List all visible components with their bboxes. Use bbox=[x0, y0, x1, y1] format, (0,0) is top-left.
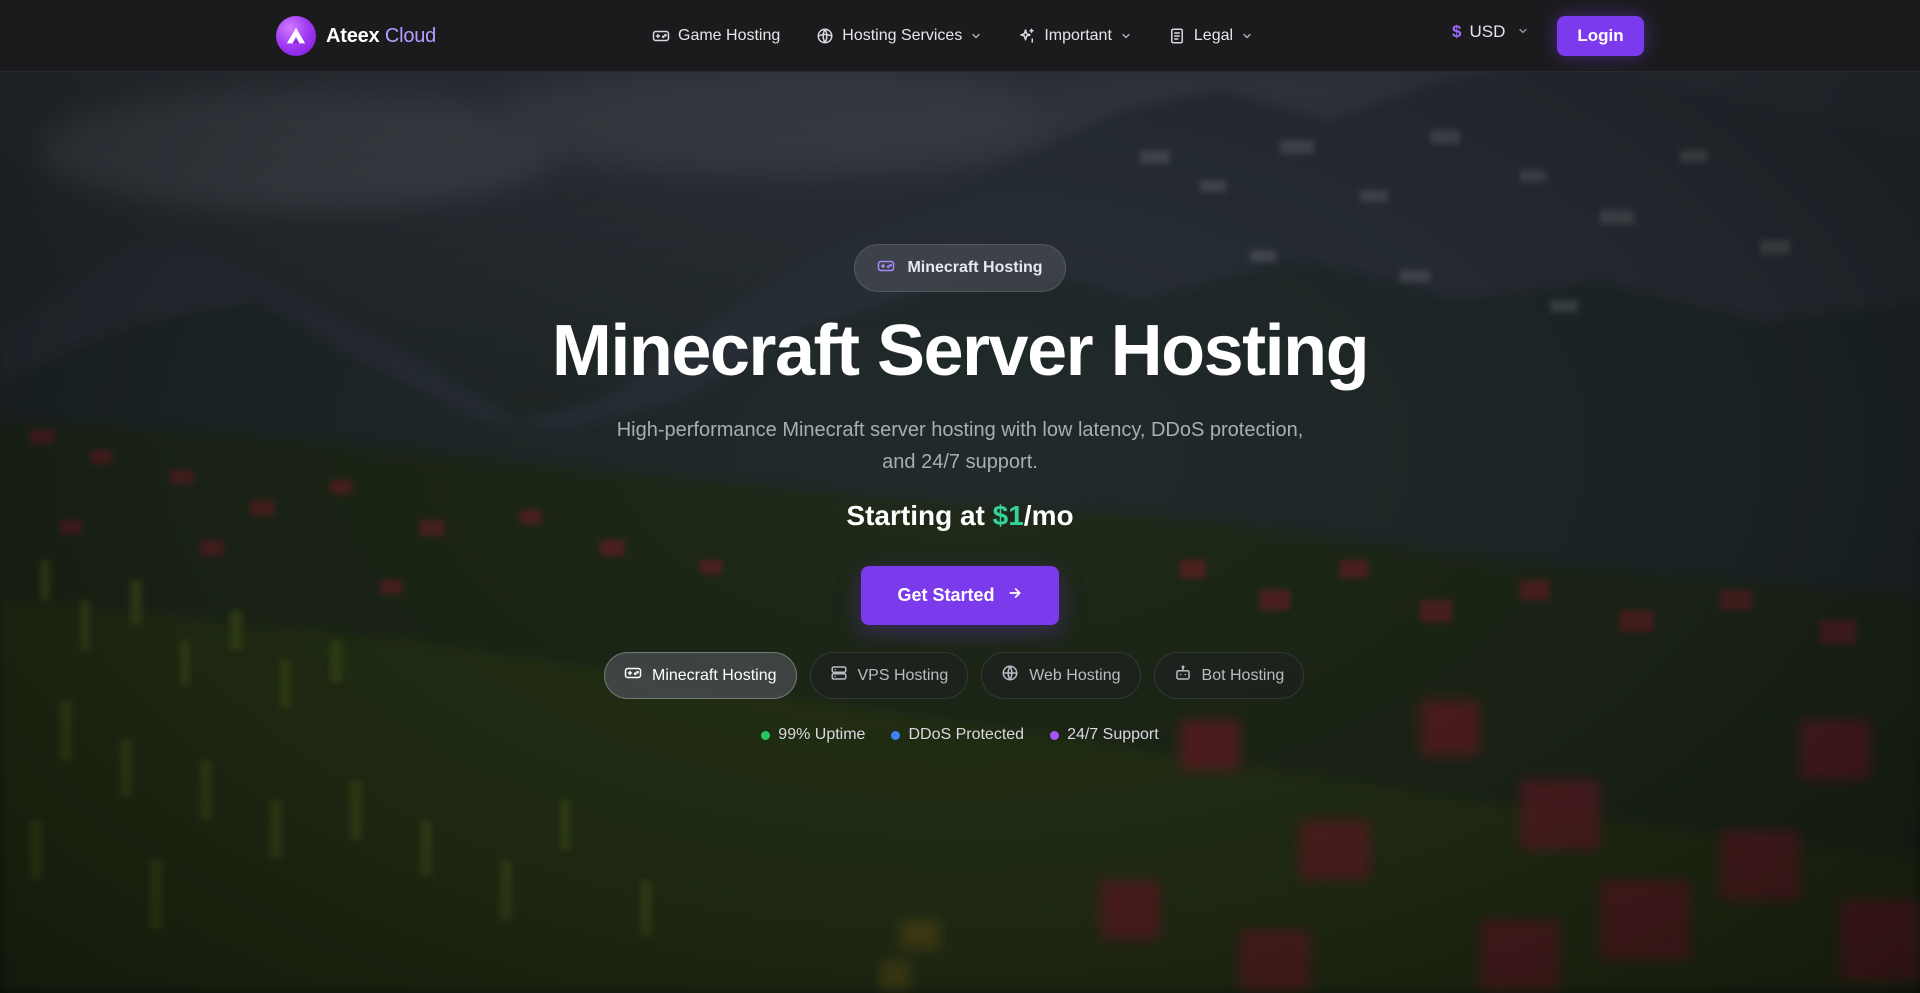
nav-item-label: Important bbox=[1044, 27, 1112, 44]
service-tabs: Minecraft Hosting VPS Hosting Web Hostin… bbox=[604, 652, 1305, 699]
globe-icon bbox=[816, 27, 834, 45]
gamepad-icon bbox=[624, 664, 642, 687]
feature-label: 99% Uptime bbox=[778, 726, 866, 743]
status-dot-blue bbox=[891, 730, 901, 740]
starting-price: Starting at $1/mo bbox=[0, 500, 1920, 532]
chevron-down-icon bbox=[1120, 30, 1132, 42]
currency-symbol: $ bbox=[1452, 22, 1462, 41]
status-dot-purple bbox=[1050, 730, 1060, 740]
sparkle-icon bbox=[1018, 27, 1036, 45]
price-prefix: Starting at bbox=[846, 500, 993, 531]
gamepad-icon bbox=[652, 27, 670, 45]
document-icon bbox=[1168, 27, 1186, 45]
gamepad-icon bbox=[877, 257, 895, 280]
currency-selector[interactable]: $ USD bbox=[1452, 22, 1529, 42]
globe-icon bbox=[1001, 664, 1019, 687]
tab-label: Web Hosting bbox=[1029, 666, 1121, 684]
brand-logo-icon bbox=[276, 16, 316, 56]
tab-label: VPS Hosting bbox=[857, 666, 949, 684]
tab-label: Minecraft Hosting bbox=[652, 666, 777, 684]
tab-minecraft-hosting[interactable]: Minecraft Hosting bbox=[604, 652, 797, 699]
nav-item-important[interactable]: Important bbox=[1018, 27, 1132, 45]
arrow-right-icon bbox=[1007, 585, 1023, 606]
hero-section: Minecraft Hosting Minecraft Server Hosti… bbox=[0, 72, 1920, 993]
chevron-down-icon bbox=[970, 30, 982, 42]
login-button[interactable]: Login bbox=[1557, 16, 1644, 56]
nav-item-legal[interactable]: Legal bbox=[1168, 27, 1253, 45]
brand-logo-link[interactable]: Ateex Cloud bbox=[276, 16, 436, 56]
currency-code: USD bbox=[1469, 22, 1506, 41]
get-started-label: Get Started bbox=[897, 585, 995, 605]
chevron-down-icon bbox=[1517, 22, 1529, 42]
brand-name-part2: Cloud bbox=[384, 24, 437, 47]
status-dot-green bbox=[761, 730, 771, 740]
page-title: Minecraft Server Hosting bbox=[551, 311, 1370, 391]
price-amount: $1 bbox=[992, 500, 1024, 531]
nav-item-label: Legal bbox=[1193, 27, 1234, 44]
tab-vps-hosting[interactable]: VPS Hosting bbox=[809, 652, 969, 699]
brand-name-part1: Ateex bbox=[326, 24, 380, 47]
nav-item-game-hosting[interactable]: Game Hosting bbox=[652, 27, 780, 45]
brand-name: Ateex Cloud bbox=[326, 25, 436, 48]
feature-list: 99% Uptime DDoS Protected 24/7 Support bbox=[0, 726, 1920, 744]
feature-uptime: 99% Uptime bbox=[761, 726, 865, 744]
hero-badge: Minecraft Hosting bbox=[854, 244, 1066, 292]
top-navbar: Ateex Cloud Game Hosting Hosting Service… bbox=[0, 0, 1920, 72]
hero-subtitle: High-performance Minecraft server hostin… bbox=[616, 419, 1304, 473]
feature-ddos: DDoS Protected bbox=[891, 726, 1024, 744]
nav-item-label: Hosting Services bbox=[842, 27, 963, 44]
price-suffix: /mo bbox=[1023, 500, 1074, 531]
nav-item-hosting-services[interactable]: Hosting Services bbox=[816, 27, 982, 45]
main-menu: Game Hosting Hosting Services Important bbox=[652, 0, 1253, 72]
chevron-down-icon bbox=[1241, 30, 1253, 42]
get-started-button[interactable]: Get Started bbox=[861, 566, 1059, 625]
nav-item-label: Game Hosting bbox=[678, 27, 781, 44]
bot-icon bbox=[1174, 664, 1192, 687]
tab-web-hosting[interactable]: Web Hosting bbox=[981, 652, 1141, 699]
feature-label: DDoS Protected bbox=[908, 726, 1025, 743]
server-icon bbox=[830, 664, 848, 687]
feature-support: 24/7 Support bbox=[1050, 726, 1159, 744]
tab-label: Bot Hosting bbox=[1201, 666, 1285, 684]
tab-bot-hosting[interactable]: Bot Hosting bbox=[1153, 652, 1305, 699]
hero-badge-label: Minecraft Hosting bbox=[907, 259, 1043, 276]
feature-label: 24/7 Support bbox=[1067, 726, 1159, 743]
